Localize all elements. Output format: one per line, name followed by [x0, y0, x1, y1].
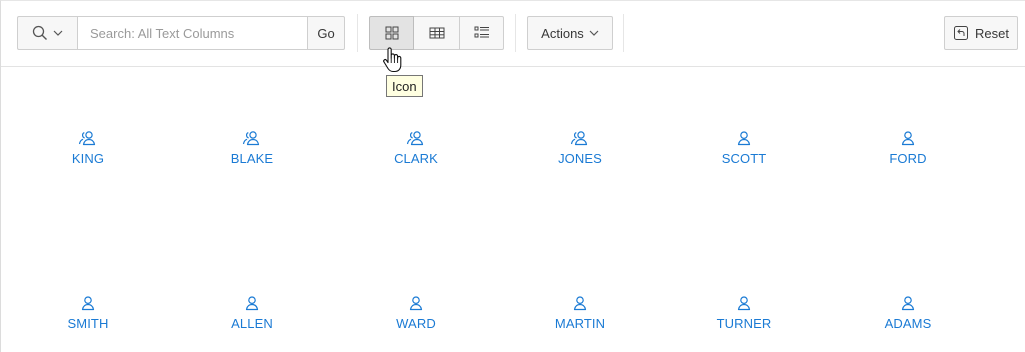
users-icon [570, 129, 590, 147]
search-column-picker[interactable] [17, 16, 77, 50]
employee-card[interactable]: FORD [828, 129, 988, 189]
user-icon [570, 294, 590, 312]
report-view-button[interactable] [414, 16, 459, 50]
interactive-report: Search: All Text Columns Go Actions Rese… [0, 0, 1025, 352]
employee-card[interactable]: MARTIN [500, 294, 660, 352]
employee-card[interactable]: JONES [500, 129, 660, 189]
go-button[interactable]: Go [307, 16, 345, 50]
employee-card[interactable]: SCOTT [664, 129, 824, 189]
users-icon [78, 129, 98, 147]
actions-label: Actions [541, 25, 584, 41]
chevron-down-icon [53, 29, 63, 37]
detail-view-button[interactable] [459, 16, 504, 50]
employee-card[interactable]: BLAKE [172, 129, 332, 189]
employee-card[interactable]: ADAMS [828, 294, 988, 352]
user-icon [406, 294, 426, 312]
employee-card[interactable]: TURNER [664, 294, 824, 352]
toolbar-divider [357, 14, 358, 52]
view-tooltip: Icon [386, 75, 423, 97]
employee-name: JONES [558, 151, 602, 166]
user-icon [734, 129, 754, 147]
employee-card[interactable]: WARD [336, 294, 496, 352]
table-icon [429, 27, 445, 39]
grid-icon [385, 26, 399, 40]
employee-name: TURNER [716, 316, 772, 331]
user-icon [898, 294, 918, 312]
go-button-label: Go [317, 25, 335, 41]
employee-name: KING [71, 151, 105, 166]
search-icon [32, 25, 48, 41]
list-icon [474, 25, 490, 41]
user-icon [242, 294, 262, 312]
users-icon [242, 129, 262, 147]
employee-name: FORD [889, 151, 927, 166]
report-toolbar: Search: All Text Columns Go Actions Rese… [1, 1, 1025, 67]
employee-name: MARTIN [554, 316, 606, 331]
employee-name: ALLEN [231, 316, 273, 331]
reset-button[interactable]: Reset [944, 16, 1018, 50]
user-icon [78, 294, 98, 312]
toolbar-divider [623, 14, 624, 52]
employee-name: ADAMS [884, 316, 932, 331]
hand-cursor-icon [381, 46, 405, 76]
users-icon [406, 129, 426, 147]
chevron-down-icon [589, 29, 599, 37]
actions-menu-button[interactable]: Actions [527, 16, 613, 50]
search-placeholder: Search: All Text Columns [90, 25, 235, 41]
employee-name: CLARK [394, 151, 438, 166]
user-icon [898, 129, 918, 147]
toolbar-divider [515, 14, 516, 52]
search-input[interactable]: Search: All Text Columns [77, 16, 307, 50]
employee-card[interactable]: ALLEN [172, 294, 332, 352]
employee-card[interactable]: SMITH [8, 294, 168, 352]
reset-label: Reset [975, 25, 1009, 41]
employee-name: BLAKE [230, 151, 274, 166]
icon-view-button[interactable] [369, 16, 414, 50]
employee-card[interactable]: KING [8, 129, 168, 189]
user-icon [734, 294, 754, 312]
employee-name: SCOTT [721, 151, 767, 166]
employee-name: WARD [396, 316, 436, 331]
employee-name: SMITH [67, 316, 109, 331]
employee-card[interactable]: CLARK [336, 129, 496, 189]
undo-icon [953, 25, 969, 41]
